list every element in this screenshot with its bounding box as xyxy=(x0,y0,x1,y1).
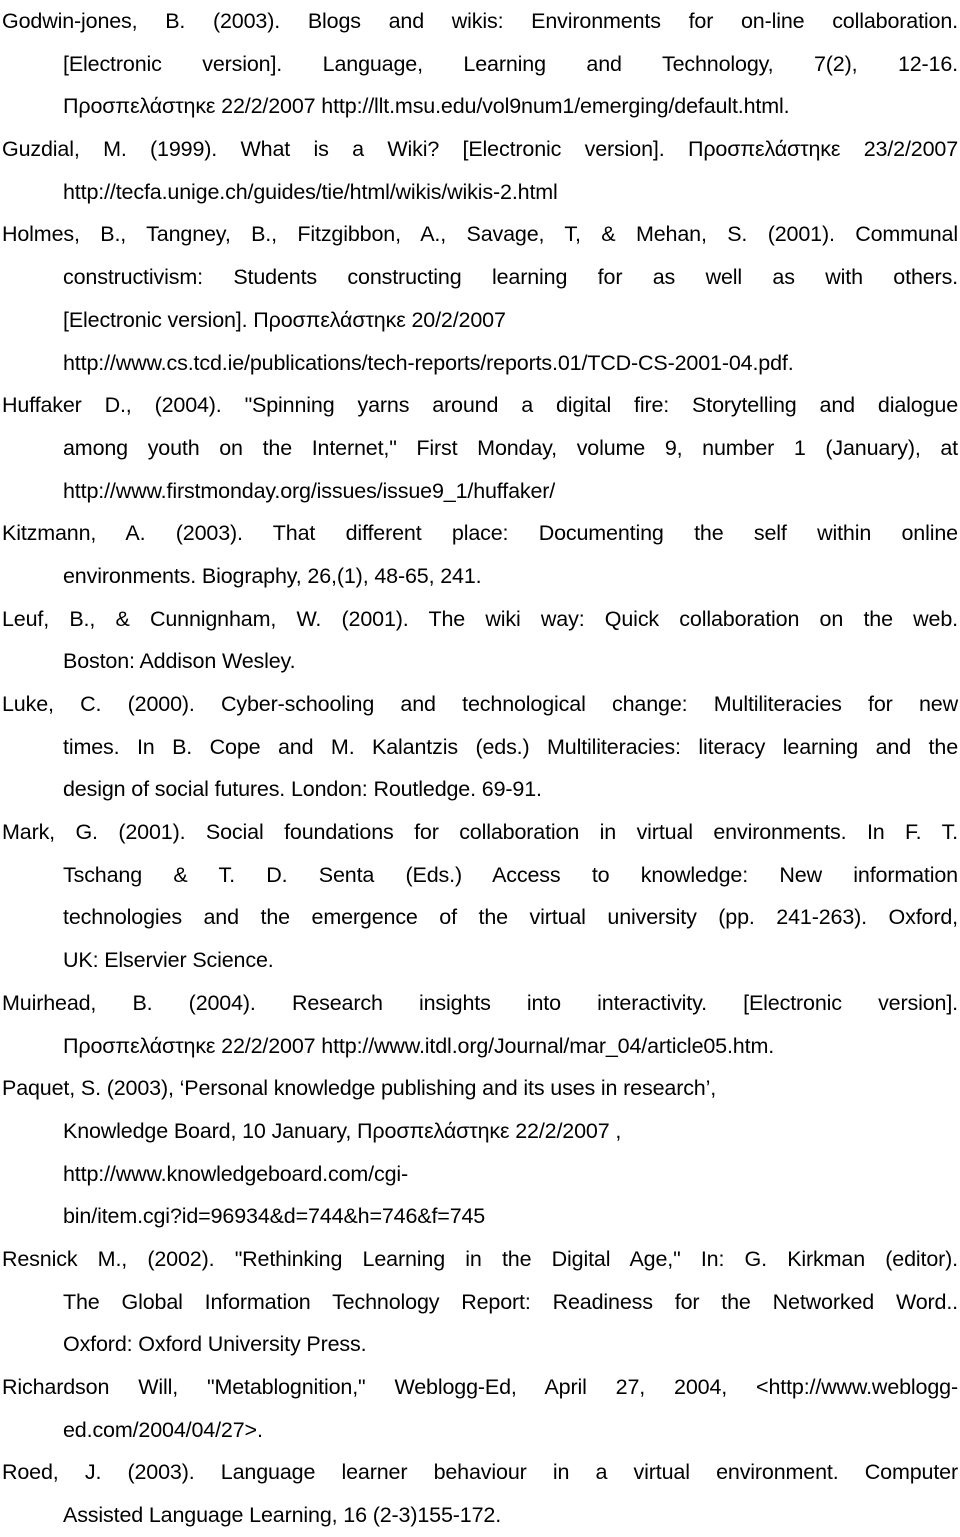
reference-entry-kitzmann: Kitzmann, A. (2003). That different plac… xyxy=(0,512,960,597)
reference-entry-guzdial: Guzdial, M. (1999). What is a Wiki? [Ele… xyxy=(0,128,960,213)
reference-line: among youth on the Internet," First Mond… xyxy=(63,435,958,460)
reference-line: Mark, G. (2001). Social foundations for … xyxy=(2,820,958,845)
reference-line: ed.com/2004/04/27>. xyxy=(63,1417,263,1442)
reference-entry-huffaker: Huffaker D., (2004). "Spinning yarns aro… xyxy=(0,384,960,512)
reference-entry-roed: Roed, J. (2003). Language learner behavi… xyxy=(0,1451,960,1536)
reference-line: UK: Elservier Science. xyxy=(63,948,274,973)
reference-line: Roed, J. (2003). Language learner behavi… xyxy=(2,1460,958,1485)
reference-line: Προσπελάστηκε 22/2/2007 http://llt.msu.e… xyxy=(63,94,790,119)
reference-line: technologies and the emergence of the vi… xyxy=(63,905,958,930)
reference-line: design of social futures. London: Routle… xyxy=(63,777,542,802)
reference-entry-muirhead: Muirhead, B. (2004). Research insights i… xyxy=(0,982,960,1067)
reference-line: http://www.knowledgeboard.com/cgi- xyxy=(63,1161,409,1186)
reference-line: http://www.firstmonday.org/issues/issue9… xyxy=(63,478,556,503)
reference-line: Boston: Addison Wesley. xyxy=(63,649,296,674)
reference-line: Oxford: Oxford University Press. xyxy=(63,1332,367,1357)
reference-line: environments. Biography, 26,(1), 48-65, … xyxy=(63,563,482,588)
reference-line: Muirhead, B. (2004). Research insights i… xyxy=(2,990,958,1015)
reference-line: Leuf, B., & Cunnignham, W. (2001). The w… xyxy=(2,606,958,631)
reference-line: Προσπελάστηκε 22/2/2007 http://www.itdl.… xyxy=(63,1033,775,1058)
reference-line: The Global Information Technology Report… xyxy=(63,1289,958,1314)
reference-entry-godwin-jones: Godwin-jones, B. (2003). Blogs and wikis… xyxy=(0,0,960,128)
reference-line: Luke, C. (2000). Cyber-schooling and tec… xyxy=(2,692,958,716)
reference-line: times. In B. Cope and M. Kalantzis (eds.… xyxy=(63,734,958,759)
reference-line: Godwin-jones, B. (2003). Blogs and wikis… xyxy=(2,9,958,33)
reference-entry-resnick: Resnick M., (2002). "Rethinking Learning… xyxy=(0,1238,960,1366)
reference-line: http://www.cs.tcd.ie/publications/tech-r… xyxy=(63,350,794,375)
reference-entry-leuf: Leuf, B., & Cunnignham, W. (2001). The w… xyxy=(0,598,960,683)
reference-line: constructivism: Students constructing le… xyxy=(63,265,958,290)
reference-line: Kitzmann, A. (2003). That different plac… xyxy=(2,521,958,546)
reference-entry-holmes: Holmes, B., Tangney, B., Fitzgibbon, A.,… xyxy=(0,213,960,384)
reference-line: http://tecfa.unige.ch/guides/tie/html/wi… xyxy=(63,179,558,204)
reference-entry-luke: Luke, C. (2000). Cyber-schooling and tec… xyxy=(0,683,960,811)
reference-entry-paquet: Paquet, S. (2003), ‘Personal knowledge p… xyxy=(0,1067,960,1238)
reference-line: Holmes, B., Tangney, B., Fitzgibbon, A.,… xyxy=(2,222,958,247)
reference-line: Richardson Will, "Metablognition," Weblo… xyxy=(2,1375,958,1399)
reference-entry-mark: Mark, G. (2001). Social foundations for … xyxy=(0,811,960,982)
reference-list: Godwin-jones, B. (2003). Blogs and wikis… xyxy=(0,0,960,1537)
reference-line: Paquet, S. (2003), ‘Personal knowledge p… xyxy=(2,1076,717,1101)
reference-line: [Electronic version]. Προσπελάστηκε 20/2… xyxy=(63,307,506,332)
reference-entry-richardson: Richardson Will, "Metablognition," Weblo… xyxy=(0,1366,960,1451)
reference-line: Knowledge Board, 10 January, Προσπελάστη… xyxy=(63,1118,622,1143)
reference-line: Resnick M., (2002). "Rethinking Learning… xyxy=(2,1246,958,1271)
reference-line: Assisted Language Learning, 16 (2-3)155-… xyxy=(63,1503,502,1528)
reference-line: Guzdial, M. (1999). What is a Wiki? [Ele… xyxy=(2,137,958,162)
reference-line: [Electronic version]. Language, Learning… xyxy=(63,51,958,76)
reference-line: bin/item.cgi?id=96934&d=744&h=746&f=745 xyxy=(63,1204,486,1229)
reference-line: Tschang & T. D. Senta (Eds.) Access to k… xyxy=(63,862,958,887)
reference-line: Huffaker D., (2004). "Spinning yarns aro… xyxy=(2,393,958,418)
